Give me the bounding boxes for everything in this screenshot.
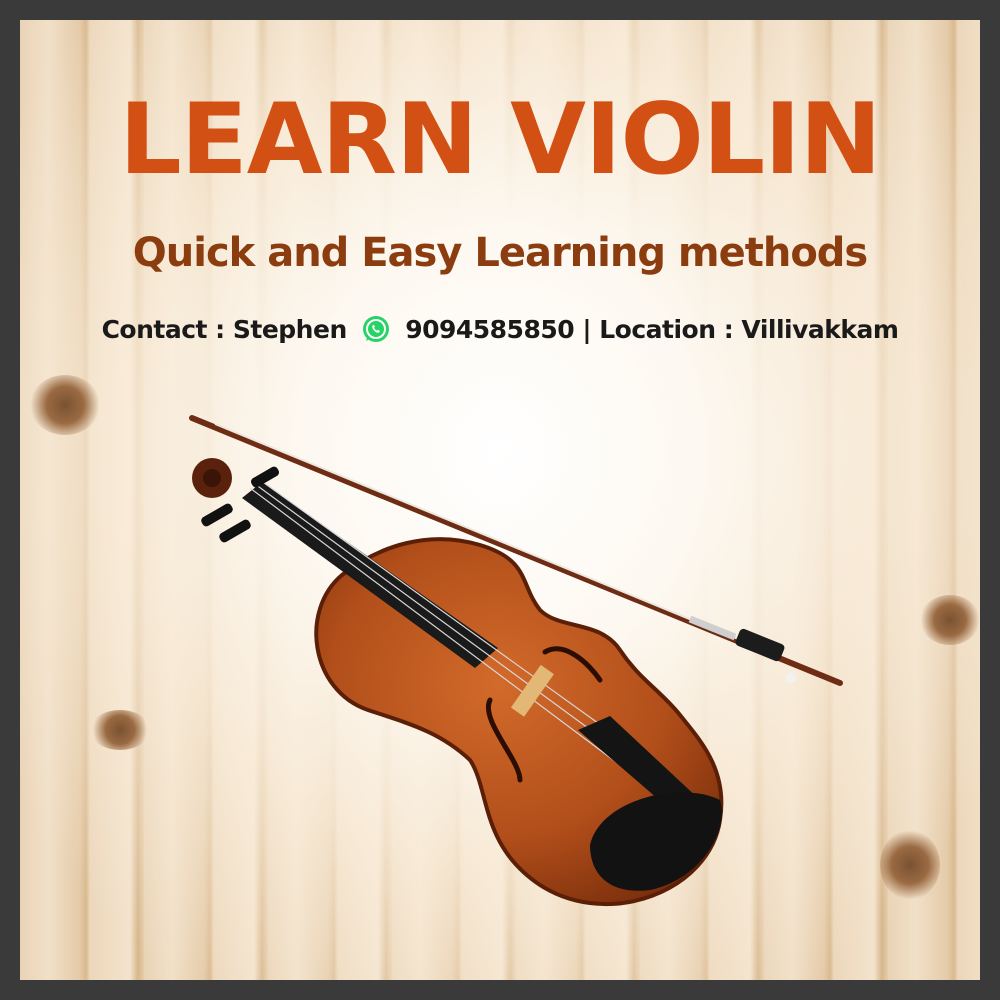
violin-illustration — [189, 415, 843, 907]
